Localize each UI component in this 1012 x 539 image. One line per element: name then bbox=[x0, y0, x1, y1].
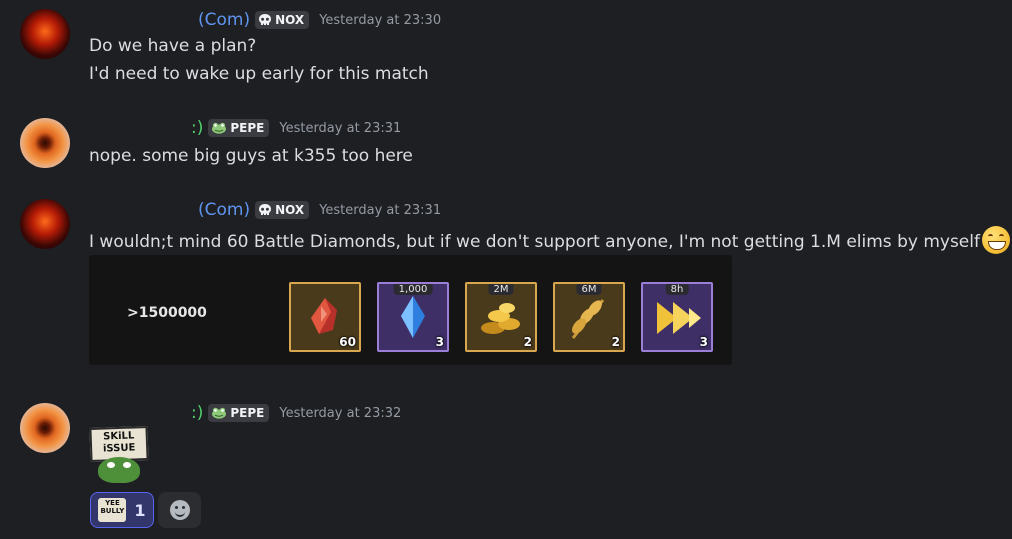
sticker-text: iSSUE bbox=[102, 442, 136, 455]
message-text: Do we have a plan? bbox=[89, 36, 257, 56]
reward-count: 3 bbox=[699, 335, 708, 349]
avatar[interactable] bbox=[20, 9, 70, 59]
server-tag[interactable]: NOX bbox=[255, 201, 310, 219]
avatar[interactable] bbox=[20, 118, 70, 168]
reaction-sticker-text: YEE bbox=[105, 499, 120, 507]
timestamp: Yesterday at 23:32 bbox=[279, 405, 402, 421]
add-reaction-icon bbox=[169, 500, 190, 520]
reward-item: 6M 2 bbox=[553, 282, 625, 352]
reward-item: 8h 3 bbox=[641, 282, 713, 352]
frog-icon bbox=[212, 407, 227, 419]
reward-label: 1,000 bbox=[393, 284, 433, 295]
author-name[interactable]: (Com) bbox=[198, 10, 250, 30]
frog-icon bbox=[212, 122, 227, 134]
server-tag-label: NOX bbox=[275, 203, 305, 217]
reaction-button[interactable]: YEE BULLY 1 bbox=[90, 492, 154, 528]
author-name[interactable]: :) bbox=[191, 403, 203, 423]
avatar[interactable] bbox=[20, 403, 70, 453]
avatar[interactable] bbox=[20, 199, 70, 249]
skull-icon bbox=[259, 204, 272, 215]
message-header: :) PEPE Yesterday at 23:31 bbox=[191, 118, 401, 138]
reward-count: 2 bbox=[523, 335, 532, 349]
reward-item: 60 bbox=[289, 282, 361, 352]
reward-label: 8h bbox=[665, 284, 689, 295]
message-text: I wouldn;t mind 60 Battle Diamonds, but … bbox=[89, 226, 1010, 256]
reward-item: 2M 2 bbox=[465, 282, 537, 352]
reward-count: 2 bbox=[611, 335, 620, 349]
frog-icon bbox=[98, 457, 140, 483]
yee-bully-sticker-icon: YEE BULLY bbox=[98, 498, 127, 522]
reward-count: 60 bbox=[339, 335, 356, 349]
message-header: (Com) NOX Yesterday at 23:31 bbox=[198, 200, 441, 220]
skull-icon bbox=[259, 14, 272, 25]
server-tag-label: PEPE bbox=[230, 121, 265, 135]
server-tag[interactable]: PEPE bbox=[208, 119, 270, 137]
grinning-face-icon[interactable] bbox=[981, 226, 1010, 254]
reward-label: 6M bbox=[576, 284, 602, 295]
reward-item: 1,000 3 bbox=[377, 282, 449, 352]
timestamp: Yesterday at 23:30 bbox=[319, 12, 442, 28]
add-reaction-button[interactable] bbox=[158, 492, 201, 528]
server-tag[interactable]: NOX bbox=[255, 11, 310, 29]
server-tag[interactable]: PEPE bbox=[208, 404, 270, 422]
message-text: nope. some big guys at k355 too here bbox=[89, 146, 413, 166]
author-name[interactable]: (Com) bbox=[198, 200, 250, 220]
skill-issue-sticker[interactable]: SKiLL iSSUE bbox=[89, 425, 150, 485]
message-text: I'd need to wake up early for this match bbox=[89, 64, 429, 84]
reward-label: 2M bbox=[488, 284, 514, 295]
message-header: (Com) NOX Yesterday at 23:30 bbox=[198, 10, 441, 30]
image-attachment[interactable]: >1500000 60 1,000 3 2M 2 6M 2 8h 3 bbox=[89, 255, 732, 365]
author-name[interactable]: :) bbox=[191, 118, 203, 138]
server-tag-label: PEPE bbox=[230, 406, 265, 420]
sticker-text: SKiLL bbox=[102, 430, 135, 443]
timestamp: Yesterday at 23:31 bbox=[319, 202, 442, 218]
timestamp: Yesterday at 23:31 bbox=[279, 120, 402, 136]
threshold-label: >1500000 bbox=[127, 305, 207, 321]
message-text-content: I wouldn;t mind 60 Battle Diamonds, but … bbox=[89, 232, 980, 252]
server-tag-label: NOX bbox=[275, 13, 305, 27]
message-header: :) PEPE Yesterday at 23:32 bbox=[191, 403, 401, 423]
reward-count: 3 bbox=[435, 335, 444, 349]
reaction-count: 1 bbox=[134, 500, 146, 520]
reaction-sticker-text: BULLY bbox=[100, 507, 125, 515]
